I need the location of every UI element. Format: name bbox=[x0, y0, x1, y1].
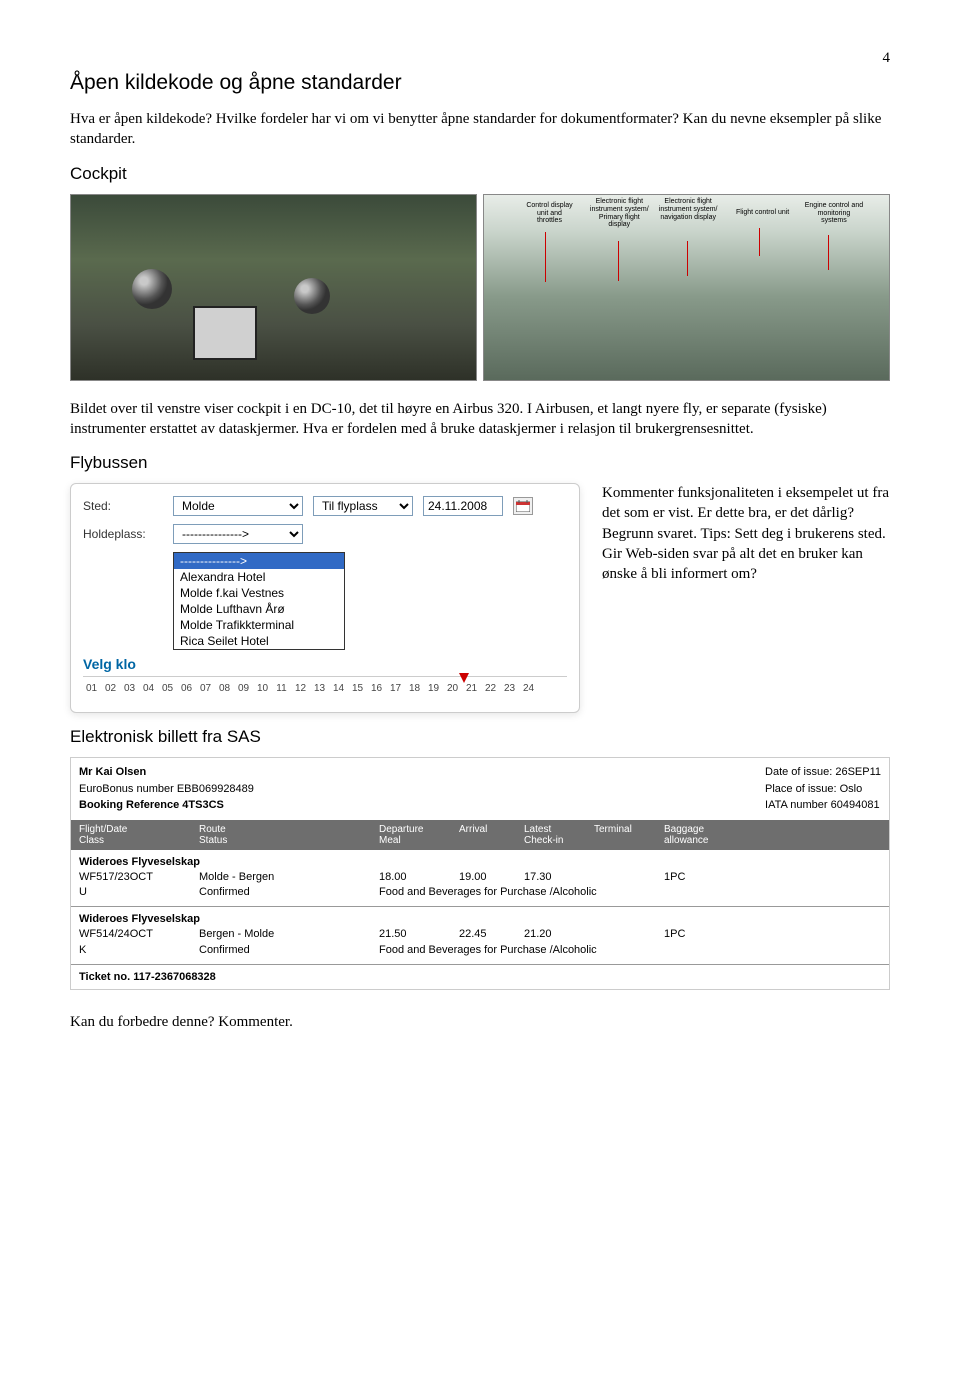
issue-place: Place of issue: Oslo bbox=[765, 781, 881, 798]
hour-tick: 06 bbox=[178, 683, 195, 694]
airline-name: Wideroes Flyveselskap bbox=[79, 913, 881, 925]
baggage: 1PC bbox=[664, 870, 744, 885]
hour-tick: 23 bbox=[501, 683, 518, 694]
cockpit-image-row: Control display unit and throttles Elect… bbox=[70, 194, 890, 381]
holdeplass-select[interactable]: ---------------> bbox=[173, 524, 303, 544]
baggage: 1PC bbox=[664, 927, 744, 942]
hour-tick: 17 bbox=[387, 683, 404, 694]
ticket-number: Ticket no. 117-2367068328 bbox=[71, 965, 889, 989]
heading-sas: Elektronisk billett fra SAS bbox=[70, 727, 890, 747]
heading-flybussen: Flybussen bbox=[70, 453, 890, 473]
flight-segment: Wideroes Flyveselskap WF517/23OCT Molde … bbox=[71, 850, 889, 908]
hour-slider[interactable]: 01 02 03 04 05 06 07 08 09 10 11 12 13 1… bbox=[83, 676, 567, 694]
meal: Food and Beverages for Purchase /Alcohol… bbox=[379, 943, 881, 958]
hour-tick: 02 bbox=[102, 683, 119, 694]
hour-tick: 09 bbox=[235, 683, 252, 694]
issue-date: Date of issue: 26SEP11 bbox=[765, 764, 881, 781]
velg-klokkeslett-label: Velg klo bbox=[83, 656, 567, 672]
passenger-name: Mr Kai Olsen bbox=[79, 766, 146, 778]
hour-tick: 18 bbox=[406, 683, 423, 694]
latest-checkin: 17.30 bbox=[524, 870, 594, 885]
holdeplass-dropdown[interactable]: ---------------> Alexandra Hotel Molde f… bbox=[173, 552, 345, 650]
hour-tick: 19 bbox=[425, 683, 442, 694]
hour-tick: 12 bbox=[292, 683, 309, 694]
hour-tick: 16 bbox=[368, 683, 385, 694]
route: Molde - Bergen bbox=[199, 870, 379, 885]
flybussen-screenshot: Sted: Molde Til flyplass Holdeplass: ---… bbox=[70, 483, 580, 713]
hour-tick: 20 bbox=[444, 683, 461, 694]
iata-number: IATA number 60494081 bbox=[765, 797, 881, 814]
hour-tick: 11 bbox=[273, 683, 290, 694]
status: Confirmed bbox=[199, 943, 379, 958]
hour-tick: 13 bbox=[311, 683, 328, 694]
hour-tick: 14 bbox=[330, 683, 347, 694]
date-input[interactable] bbox=[423, 496, 503, 516]
flybussen-comment: Kommenter funksjonaliteten i eksempelet … bbox=[602, 483, 890, 584]
flight-number: WF514/24OCT bbox=[79, 927, 199, 942]
cockpit-dc10-image bbox=[70, 194, 477, 381]
arrival-time: 22.45 bbox=[459, 927, 524, 942]
hour-tick: 01 bbox=[83, 683, 100, 694]
arrival-time: 19.00 bbox=[459, 870, 524, 885]
heading-open-source: Åpen kildekode og åpne standarder bbox=[70, 71, 890, 95]
hour-tick: 03 bbox=[121, 683, 138, 694]
flight-segment: Wideroes Flyveselskap WF514/24OCT Bergen… bbox=[71, 907, 889, 965]
departure-time: 18.00 bbox=[379, 870, 459, 885]
intro-paragraph: Hva er åpen kildekode? Hvilke fordeler h… bbox=[70, 109, 890, 150]
final-question: Kan du forbedre denne? Kommenter. bbox=[70, 1012, 890, 1032]
departure-time: 21.50 bbox=[379, 927, 459, 942]
hour-tick: 10 bbox=[254, 683, 271, 694]
latest-checkin: 21.20 bbox=[524, 927, 594, 942]
dropdown-option[interactable]: Rica Seilet Hotel bbox=[174, 633, 344, 649]
holdeplass-label: Holdeplass: bbox=[83, 527, 163, 541]
hour-tick: 08 bbox=[216, 683, 233, 694]
a320-label-fcu: Flight control unit bbox=[735, 209, 790, 217]
booking-reference: Booking Reference 4TS3CS bbox=[79, 799, 224, 811]
dropdown-option[interactable]: Molde Lufthavn Årø bbox=[174, 601, 344, 617]
sas-ticket: Mr Kai Olsen EuroBonus number EBB0699284… bbox=[70, 757, 890, 990]
hour-tick: 05 bbox=[159, 683, 176, 694]
class: K bbox=[79, 943, 199, 958]
route: Bergen - Molde bbox=[199, 927, 379, 942]
eurobonus-number: EuroBonus number EBB069928489 bbox=[79, 781, 254, 798]
hour-tick: 24 bbox=[520, 683, 537, 694]
direction-select[interactable]: Til flyplass bbox=[313, 496, 413, 516]
a320-label-nav: Electronic flight instrument system/ nav… bbox=[658, 198, 718, 221]
flight-number: WF517/23OCT bbox=[79, 870, 199, 885]
dropdown-option[interactable]: ---------------> bbox=[174, 553, 344, 569]
heading-cockpit: Cockpit bbox=[70, 164, 890, 184]
sas-table-header: Flight/DateClass RouteStatus DepartureMe… bbox=[71, 820, 889, 850]
meal: Food and Beverages for Purchase /Alcohol… bbox=[379, 885, 881, 900]
hour-tick: 22 bbox=[482, 683, 499, 694]
a320-label-engine: Engine control and monitoring systems bbox=[804, 202, 864, 225]
cockpit-paragraph: Bildet over til venstre viser cockpit i … bbox=[70, 399, 890, 440]
calendar-icon[interactable] bbox=[513, 497, 533, 515]
hour-tick: 07 bbox=[197, 683, 214, 694]
status: Confirmed bbox=[199, 885, 379, 900]
a320-label-efis: Electronic flight instrument system/ Pri… bbox=[589, 198, 649, 229]
dropdown-option[interactable]: Molde Trafikkterminal bbox=[174, 617, 344, 633]
hour-tick: 04 bbox=[140, 683, 157, 694]
sted-select[interactable]: Molde bbox=[173, 496, 303, 516]
page-number: 4 bbox=[70, 50, 890, 67]
hour-marker-icon[interactable] bbox=[459, 673, 469, 683]
class: U bbox=[79, 885, 199, 900]
cockpit-a320-image: Control display unit and throttles Elect… bbox=[483, 194, 890, 381]
dropdown-option[interactable]: Molde f.kai Vestnes bbox=[174, 585, 344, 601]
hour-tick: 15 bbox=[349, 683, 366, 694]
dropdown-option[interactable]: Alexandra Hotel bbox=[174, 569, 344, 585]
a320-label-control: Control display unit and throttles bbox=[525, 202, 575, 225]
airline-name: Wideroes Flyveselskap bbox=[79, 856, 881, 868]
sted-label: Sted: bbox=[83, 499, 163, 513]
hour-tick: 21 bbox=[463, 683, 480, 694]
